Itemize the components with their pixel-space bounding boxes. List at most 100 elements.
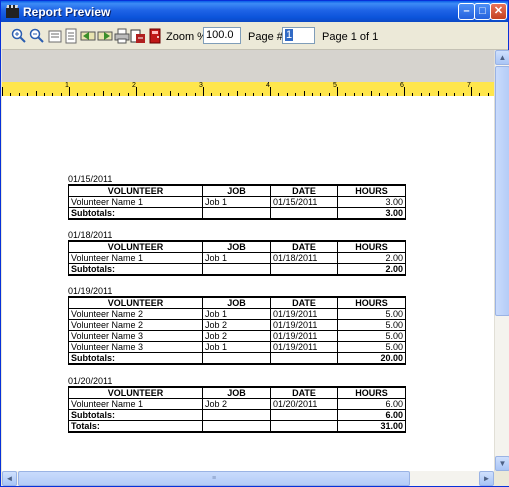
ruler-number: 5 <box>333 82 337 89</box>
table-cell: Job 1 <box>202 341 271 353</box>
ruler-number: 7 <box>467 82 471 89</box>
print-button[interactable] <box>114 28 130 44</box>
group-date: 01/15/2011 <box>68 174 113 184</box>
horizontal-scroll-thumb[interactable]: ≡ <box>18 471 410 486</box>
table-cell: Job 1 <box>202 252 271 264</box>
column-header: JOB <box>202 184 271 197</box>
print-icon <box>114 28 130 44</box>
vertical-scroll-thumb[interactable] <box>495 66 509 316</box>
table-cell: 01/19/2011 <box>270 341 338 353</box>
subtotal-value: 6.00 <box>337 409 406 421</box>
title-bar[interactable]: Report Preview – □ ✕ <box>1 1 508 22</box>
table-cell: Volunteer Name 2 <box>68 308 203 320</box>
next-page-button[interactable] <box>97 28 113 44</box>
table-cell: Job 2 <box>202 398 271 410</box>
zoom-in-button[interactable] <box>11 28 27 44</box>
empty-cell <box>270 420 338 433</box>
header-row: VOLUNTEER JOB DATE HOURS <box>68 184 406 197</box>
size-grip[interactable] <box>494 471 509 486</box>
table-cell: 3.00 <box>337 196 406 208</box>
subtotal-row: Subtotals: 6.00 <box>68 409 406 421</box>
report-table: VOLUNTEER JOB DATE HOURS Volunteer Name 1 Job… <box>68 184 406 220</box>
table-cell: Job 1 <box>202 308 271 320</box>
subtotal-label: Subtotals: <box>68 352 203 365</box>
table-cell: 01/19/2011 <box>270 319 338 331</box>
table-cell: 2.00 <box>337 252 406 264</box>
ruler-tick <box>337 87 338 96</box>
empty-cell <box>202 263 271 276</box>
scroll-right-button[interactable]: ► <box>479 471 494 486</box>
minimize-button[interactable]: – <box>458 3 475 20</box>
zoom-label: Zoom % <box>166 31 207 43</box>
whole-page-button[interactable] <box>63 28 79 44</box>
horizontal-scrollbar[interactable]: ◄ ≡ ► <box>2 471 494 486</box>
page-label: Page # <box>248 31 283 43</box>
table-cell: 5.00 <box>337 341 406 353</box>
preview-margin <box>2 50 494 82</box>
table-row: Volunteer Name 3 Job 2 01/19/2011 5.00 <box>68 330 406 342</box>
column-header: HOURS <box>337 184 406 197</box>
export-button[interactable] <box>130 28 146 44</box>
report-table: VOLUNTEER JOB DATE HOURS Volunteer Name 1 Job… <box>68 386 406 433</box>
table-cell: 01/19/2011 <box>270 330 338 342</box>
empty-cell <box>270 263 338 276</box>
ruler-number: 6 <box>400 82 404 89</box>
subtotal-row: Subtotals: 3.00 <box>68 207 406 220</box>
vertical-scrollbar[interactable]: ▲ ▼ <box>494 50 509 471</box>
totals-value: 31.00 <box>337 420 406 433</box>
ruler-tick <box>2 87 3 96</box>
zoom-input[interactable]: 100.0 <box>203 27 241 44</box>
table-cell: 01/20/2011 <box>270 398 338 410</box>
table-cell: Volunteer Name 1 <box>68 196 203 208</box>
next-page-icon <box>97 31 113 41</box>
report-table: VOLUNTEER JOB DATE HOURS Volunteer Name 2 Job… <box>68 296 406 365</box>
page-count-text: Page 1 of 1 <box>322 31 379 43</box>
horizontal-ruler: 1 2 3 4 5 6 7 <box>2 82 494 97</box>
page-number-input[interactable]: 1 <box>282 27 315 44</box>
subtotal-value: 20.00 <box>337 352 406 365</box>
zoom-in-icon <box>11 28 26 43</box>
column-header: VOLUNTEER <box>68 386 203 399</box>
previous-page-button[interactable] <box>80 28 96 44</box>
maximize-button[interactable]: □ <box>474 3 491 20</box>
scroll-left-button[interactable]: ◄ <box>2 471 17 486</box>
export-icon <box>130 29 145 43</box>
column-header: DATE <box>270 184 338 197</box>
scroll-down-button[interactable]: ▼ <box>495 456 509 471</box>
ruler-tick <box>203 87 204 96</box>
toolbar: Zoom % 100.0 Page # 1 Page 1 of 1 <box>2 23 508 50</box>
ruler-number: 1 <box>65 82 69 89</box>
table-cell: 01/19/2011 <box>270 308 338 320</box>
grip-icon: ≡ <box>211 475 217 482</box>
table-cell: Volunteer Name 3 <box>68 341 203 353</box>
table-cell: 5.00 <box>337 308 406 320</box>
ruler-tick <box>69 87 70 96</box>
zoom-out-icon <box>29 28 44 43</box>
empty-cell <box>270 207 338 220</box>
table-row: Volunteer Name 1 Job 1 01/18/2011 2.00 <box>68 252 406 264</box>
report-preview-window: Report Preview – □ ✕ Zoom % 100.0 Page #… <box>0 0 509 487</box>
subtotal-value: 2.00 <box>337 263 406 276</box>
column-header: HOURS <box>337 386 406 399</box>
page-width-button[interactable] <box>47 28 63 44</box>
group-date: 01/20/2011 <box>68 376 113 386</box>
exit-button[interactable] <box>147 28 163 44</box>
scroll-up-button[interactable]: ▲ <box>495 50 509 65</box>
close-icon: ✕ <box>493 5 504 17</box>
report-table: VOLUNTEER JOB DATE HOURS Volunteer Name 1 Job… <box>68 240 406 276</box>
zoom-out-button[interactable] <box>29 28 45 44</box>
column-header: JOB <box>202 386 271 399</box>
subtotal-row: Subtotals: 2.00 <box>68 263 406 276</box>
exit-icon <box>149 28 161 44</box>
empty-cell <box>202 409 271 421</box>
maximize-icon: □ <box>479 5 486 17</box>
table-row: Volunteer Name 2 Job 1 01/19/2011 5.00 <box>68 308 406 320</box>
minimize-icon: – <box>463 5 470 17</box>
left-arrow-icon: ◄ <box>5 474 14 483</box>
column-header: DATE <box>270 240 338 253</box>
totals-label: Totals: <box>68 420 203 433</box>
subtotal-row: Subtotals: 20.00 <box>68 352 406 365</box>
whole-page-icon <box>65 28 77 44</box>
close-button[interactable]: ✕ <box>490 3 507 20</box>
page-number-value: 1 <box>285 29 294 41</box>
